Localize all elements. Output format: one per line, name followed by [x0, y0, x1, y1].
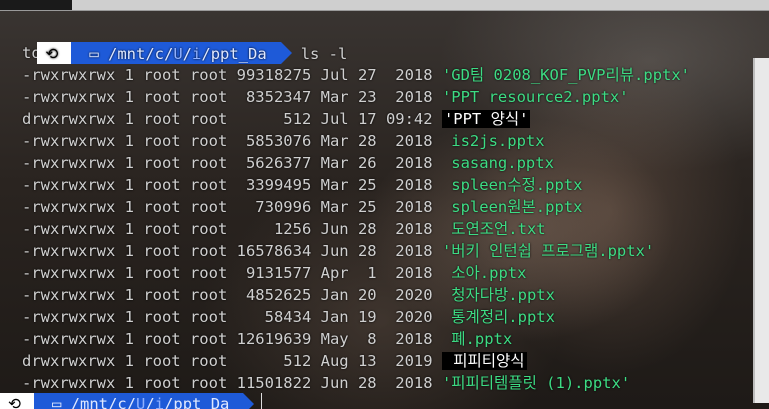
file-meta: -rwxrwxrwx 1 root root 730996 Mar 25 201… — [22, 198, 442, 216]
file-row: -rwxrwxrwx 1 root root 11501822 Jun 28 2… — [0, 372, 769, 394]
window-top-edge — [0, 0, 769, 11]
prompt-path-segment: ▭ /mnt/c/U/i/ppt_Da — [34, 393, 255, 409]
file-row: drwxrwxrwx 1 root root 512 Aug 13 2019 피… — [0, 350, 769, 372]
text-cursor — [261, 393, 263, 409]
file-meta: -rwxrwxrwx 1 root root 8352347 Mar 23 20… — [22, 88, 442, 106]
file-row: -rwxrwxrwx 1 root root 99318275 Jul 27 2… — [0, 64, 769, 86]
file-meta: -rwxrwxrwx 1 root root 5626377 Mar 26 20… — [22, 154, 442, 172]
file-row: -rwxrwxrwx 1 root root 16578634 Jun 28 2… — [0, 240, 769, 262]
windows-icon: ⟲ — [45, 45, 59, 63]
shell-prompt: ⟲​▭ /mnt/c/U/i/ppt_Da ls -l — [0, 18, 769, 64]
file-meta: -rwxrwxrwx 1 root root 16578634 Jun 28 2… — [22, 242, 442, 260]
file-name: spleen수정.pptx — [441, 176, 583, 194]
file-meta: drwxrwxrwx 1 root root 512 Jul 17 09:42 — [22, 110, 442, 128]
prompt-os-segment: ⟲​ — [0, 393, 45, 409]
file-name: 도연조언.txt — [441, 220, 546, 238]
file-meta: -rwxrwxrwx 1 root root 4852625 Jan 20 20… — [22, 286, 442, 304]
file-name: 'PPT resource2.pptx' — [441, 88, 629, 106]
file-meta: -rwxrwxrwx 1 root root 5853076 Mar 28 20… — [22, 132, 442, 150]
folder-icon: ▭ — [52, 395, 71, 409]
windows-icon: ⟲ — [8, 395, 21, 409]
file-row: -rwxrwxrwx 1 root root 1256 Jun 28 2018 … — [0, 218, 769, 240]
file-meta: -rwxrwxrwx 1 root root 3399495 Mar 25 20… — [22, 176, 442, 194]
file-row: -rwxrwxrwx 1 root root 5626377 Mar 26 20… — [0, 152, 769, 174]
file-name: 'GD팀 0208_KOF_PVP리뷰.pptx' — [441, 66, 691, 84]
file-meta: -rwxrwxrwx 1 root root 99318275 Jul 27 2… — [22, 66, 442, 84]
file-meta: -rwxrwxrwx 1 root root 1256 Jun 28 2018 — [22, 220, 442, 238]
folder-icon: ▭ — [89, 45, 108, 63]
terminal-output: ⟲​▭ /mnt/c/U/i/ppt_Dals -l total 173876 … — [0, 18, 769, 394]
file-list: -rwxrwxrwx 1 root root 99318275 Jul 27 2… — [0, 64, 769, 394]
file-meta: -rwxrwxrwx 1 root root 12619639 May 8 20… — [22, 330, 442, 348]
file-row: drwxrwxrwx 1 root root 512 Jul 17 09:42 … — [0, 108, 769, 130]
file-row: -rwxrwxrwx 1 root root 730996 Mar 25 201… — [0, 196, 769, 218]
file-name: 청자다방.pptx — [441, 286, 555, 304]
file-row: -rwxrwxrwx 1 root root 58434 Jan 19 2020… — [0, 306, 769, 328]
file-name: '버키 인턴쉽 프로그램.pptx' — [441, 242, 655, 260]
file-row: -rwxrwxrwx 1 root root 12619639 May 8 20… — [0, 328, 769, 350]
shell-prompt-next[interactable]: ⟲​▭ /mnt/c/U/i/ppt_Da — [0, 393, 263, 409]
file-row: -rwxrwxrwx 1 root root 9131577 Apr 1 201… — [0, 262, 769, 284]
file-row: -rwxrwxrwx 1 root root 5853076 Mar 28 20… — [0, 130, 769, 152]
file-meta: -rwxrwxrwx 1 root root 11501822 Jun 28 2… — [22, 374, 442, 392]
directory-name: 피피티양식 — [441, 352, 527, 370]
directory-name: 'PPT 양식' — [441, 110, 531, 128]
file-meta: -rwxrwxrwx 1 root root 58434 Jan 19 2020 — [22, 308, 442, 326]
file-name: 소아.pptx — [441, 264, 527, 282]
file-name: sasang.pptx — [441, 154, 554, 172]
file-row: -rwxrwxrwx 1 root root 8352347 Mar 23 20… — [0, 86, 769, 108]
prompt-path-segment: ▭ /mnt/c/U/i/ppt_Da — [71, 42, 293, 64]
file-row: -rwxrwxrwx 1 root root 4852625 Jan 20 20… — [0, 284, 769, 306]
file-name: spleen원본.pptx — [441, 198, 583, 216]
file-row: -rwxrwxrwx 1 root root 3399495 Mar 25 20… — [0, 174, 769, 196]
prompt-os-segment: ⟲​ — [37, 42, 83, 64]
file-name: 통계정리.pptx — [441, 308, 555, 326]
file-meta: drwxrwxrwx 1 root root 512 Aug 13 2019 — [22, 352, 442, 370]
file-name: '피피티템플릿 (1).pptx' — [441, 374, 631, 392]
file-meta: -rwxrwxrwx 1 root root 9131577 Apr 1 201… — [22, 264, 442, 282]
command-text: ls -l — [300, 45, 348, 63]
file-name: is2js.pptx — [441, 132, 545, 150]
file-name: 폐.pptx — [441, 330, 513, 348]
